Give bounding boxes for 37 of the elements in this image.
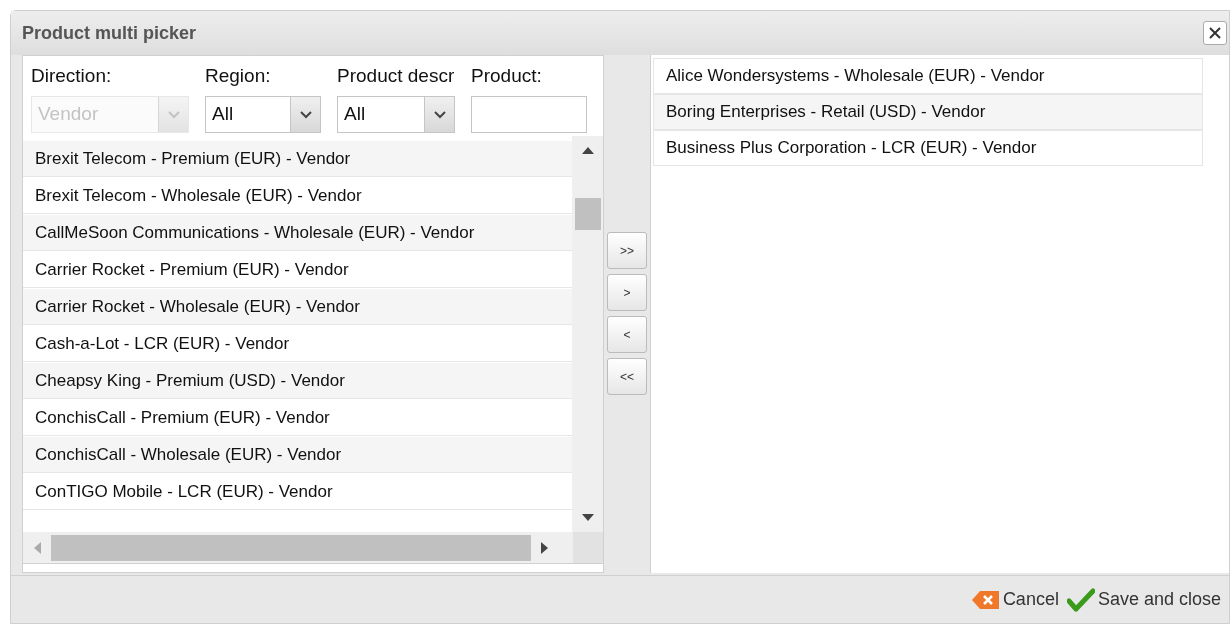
list-item[interactable]: Boring Enterprises - Retail (USD) - Vendor [653, 94, 1203, 130]
move-button[interactable]: >> [607, 232, 647, 269]
list-item[interactable]: ConchisCall - Wholesale (EUR) - Vendor [23, 437, 572, 473]
scrollbar-thumb[interactable] [574, 198, 601, 230]
list-item[interactable]: CallMeSoon Communications - Wholesale (EUR) - Vendor [23, 215, 572, 251]
close-button[interactable] [1203, 21, 1227, 45]
filter-label: Product descr [337, 64, 455, 88]
save-button[interactable]: Save and close [1066, 586, 1221, 613]
cancel-button[interactable]: Cancel [971, 586, 1059, 613]
scroll-left-icon[interactable] [33, 541, 41, 554]
close-icon [1208, 26, 1222, 40]
move-button[interactable]: > [607, 274, 647, 311]
dropdown-field[interactable]: All [337, 96, 455, 133]
chevron-down-icon[interactable] [424, 97, 454, 132]
scroll-up-icon[interactable] [581, 146, 594, 154]
scrollbar-thumb[interactable] [51, 534, 531, 561]
filter-label: Direction: [31, 64, 113, 88]
move-button[interactable]: << [607, 358, 647, 395]
list-item[interactable]: Brexit Telecom - Premium (EUR) - Vendor [23, 141, 572, 177]
list-item[interactable]: Alice Wondersystems - Wholesale (EUR) - Vendor [653, 58, 1203, 94]
filter-label: Product: [471, 64, 543, 88]
delete-icon [971, 589, 1000, 610]
checkmark-icon [1066, 587, 1095, 612]
horizontal-scrollbar[interactable] [23, 532, 573, 563]
filter-label: Region: [205, 64, 272, 88]
dropdown-field[interactable]: All [205, 96, 321, 133]
list-item[interactable]: Cheapsy King - Premium (USD) - Vendor [23, 363, 572, 399]
chevron-down-icon[interactable] [290, 97, 320, 132]
dialog-title: Product multi picker [22, 21, 197, 45]
scrollbar-corner [573, 532, 603, 563]
product-field[interactable] [471, 96, 587, 133]
scroll-right-icon[interactable] [541, 541, 549, 554]
list-item[interactable]: Carrier Rocket - Wholesale (EUR) - Vendor [23, 289, 572, 325]
vertical-scrollbar[interactable] [572, 136, 603, 532]
move-button[interactable]: < [607, 316, 647, 353]
list-item[interactable]: Business Plus Corporation - LCR (EUR) - Vendor [653, 130, 1203, 166]
scroll-down-icon[interactable] [581, 514, 594, 522]
